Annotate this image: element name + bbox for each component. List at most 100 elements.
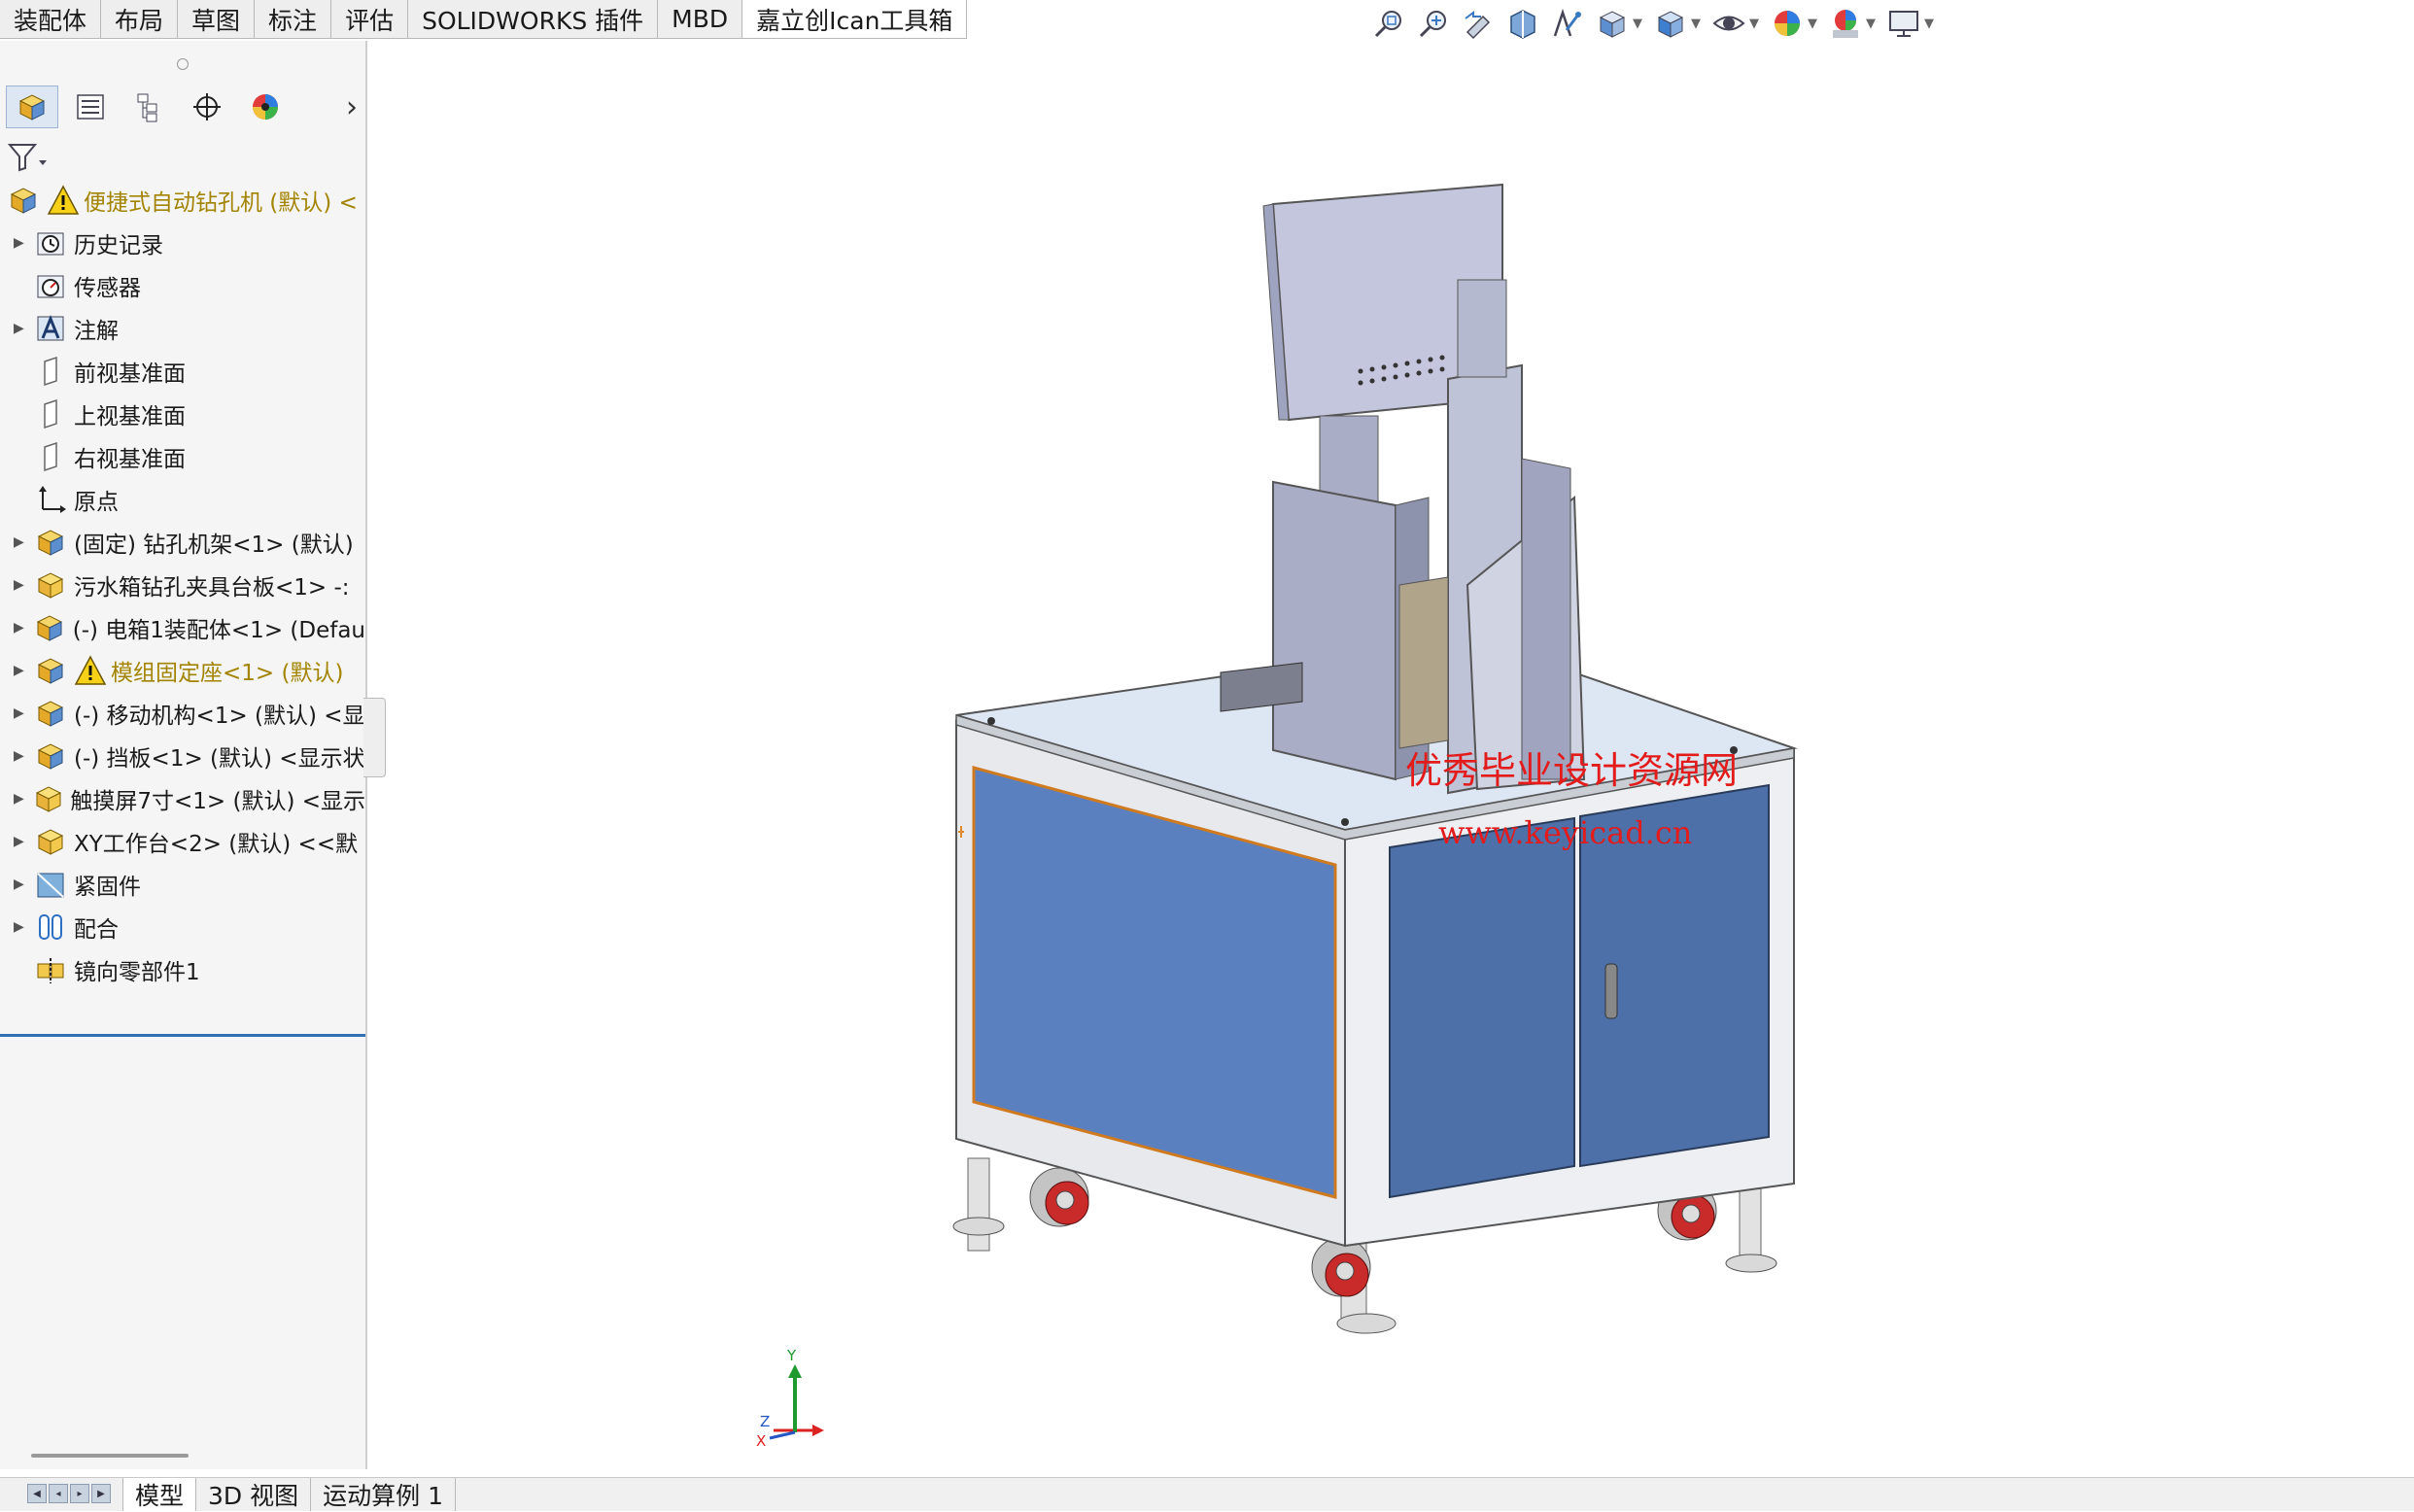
tree-filter[interactable] — [6, 136, 363, 179]
tree-item-label: 右视基准面 — [74, 447, 186, 472]
expand-arrow-icon[interactable]: ▶ — [14, 620, 33, 636]
tree-item-right-plane[interactable]: 右视基准面 — [0, 435, 365, 478]
assembly-icon — [33, 525, 68, 560]
history-icon — [33, 225, 68, 260]
tab-sketch[interactable]: 草图 — [178, 0, 256, 39]
panel-tabs-more-icon[interactable]: › — [346, 90, 358, 124]
tree-item-component[interactable]: ▶ (-) 电箱1装配体<1> (Defau — [0, 606, 365, 649]
expand-arrow-icon[interactable]: ▶ — [14, 748, 33, 764]
rollback-bar[interactable] — [0, 1034, 365, 1037]
annotation-icon — [33, 311, 68, 346]
watermark-title: 优秀毕业设计资源网 — [1405, 749, 1739, 792]
tree-item-fasteners[interactable]: ▶ 紧固件 — [0, 863, 365, 906]
tree-item-label: 触摸屏7寸<1> (默认) <显示 — [70, 789, 365, 814]
tree-item-label: 模组固定座<1> (默认) — [111, 661, 344, 686]
tree-item-mirror-component[interactable]: 镜向零部件1 — [0, 948, 365, 991]
feature-manager-panel: › 便捷式自动钻孔机 (默认) < ▶ 历史记录 传感器 ▶ 注解 前视基准面 … — [0, 41, 367, 1469]
3d-model-drilling-machine[interactable] — [369, 41, 2414, 1477]
tree-item-annotations[interactable]: ▶ 注解 — [0, 307, 365, 350]
zoom-to-area-icon[interactable] — [1415, 6, 1452, 41]
view-orientation-icon[interactable] — [1594, 6, 1631, 41]
display-style-dropdown-icon[interactable]: ▼ — [1691, 17, 1701, 31]
tree-item-component[interactable]: ▶ XY工作台<2> (默认) <<默 — [0, 820, 365, 863]
expand-arrow-icon[interactable]: ▶ — [14, 235, 33, 251]
graphics-area[interactable]: 优秀毕业设计资源网 www.keyicad.cn Y Z X — [369, 41, 2414, 1477]
tab-assembly[interactable]: 装配体 — [0, 0, 102, 39]
assembly-icon — [33, 610, 67, 645]
previous-view-icon[interactable] — [1460, 6, 1497, 41]
expand-arrow-icon[interactable]: ▶ — [14, 534, 33, 550]
tree-item-label: 配合 — [74, 917, 119, 943]
tab-motion-study[interactable]: 运动算例 1 — [311, 1478, 456, 1511]
view-orientation-dropdown-icon[interactable]: ▼ — [1633, 17, 1642, 31]
tree-root-assembly[interactable]: 便捷式自动钻孔机 (默认) < — [0, 179, 365, 222]
part-icon — [33, 824, 68, 859]
expand-arrow-icon[interactable]: ▶ — [14, 577, 33, 593]
part-icon — [33, 567, 68, 602]
assembly-icon — [33, 696, 68, 731]
configuration-manager-tab[interactable] — [122, 86, 175, 128]
tree-item-component[interactable]: ▶ 模组固定座<1> (默认) — [0, 649, 365, 692]
tab-evaluate[interactable]: 评估 — [331, 0, 409, 39]
zoom-to-fit-icon[interactable] — [1370, 6, 1407, 41]
feature-tree: 便捷式自动钻孔机 (默认) < ▶ 历史记录 传感器 ▶ 注解 前视基准面 上视… — [0, 179, 365, 991]
watermark-url: www.keyicad.cn — [1438, 814, 1693, 851]
feature-manager-tab[interactable] — [6, 86, 58, 128]
filter-icon[interactable] — [6, 141, 51, 174]
tree-item-mates[interactable]: ▶ 配合 — [0, 906, 365, 948]
tree-item-component[interactable]: ▶ (-) 挡板<1> (默认) <显示状 — [0, 735, 365, 777]
fastener-folder-icon — [33, 867, 68, 902]
tab-jlc-toolbox[interactable]: 嘉立创Ican工具箱 — [742, 0, 968, 39]
tab-markup[interactable]: 标注 — [255, 0, 332, 39]
view-settings-dropdown-icon[interactable]: ▼ — [1924, 17, 1934, 31]
expand-arrow-icon[interactable]: ▶ — [14, 919, 33, 935]
expand-arrow-icon[interactable]: ▶ — [14, 876, 33, 892]
next-tab-icon[interactable]: ▸ — [70, 1484, 89, 1503]
tree-item-sensors[interactable]: 传感器 — [0, 264, 365, 307]
edit-appearance-icon[interactable] — [1769, 6, 1806, 41]
tab-scroll-buttons: ◀ ◂ ▸ ▶ — [27, 1484, 113, 1503]
prev-tab-icon[interactable]: ◂ — [49, 1484, 68, 1503]
display-manager-tab[interactable] — [239, 86, 292, 128]
section-view-icon[interactable] — [1504, 6, 1541, 41]
apply-scene-icon[interactable] — [1827, 6, 1864, 41]
hide-show-items-icon[interactable] — [1710, 6, 1747, 41]
panel-grip[interactable] — [177, 58, 189, 70]
dynamic-annotation-icon[interactable] — [1549, 6, 1586, 41]
tree-item-front-plane[interactable]: 前视基准面 — [0, 350, 365, 393]
apply-scene-dropdown-icon[interactable]: ▼ — [1866, 17, 1876, 31]
expand-arrow-icon[interactable]: ▶ — [14, 321, 33, 336]
tree-item-origin[interactable]: 原点 — [0, 478, 365, 521]
last-tab-icon[interactable]: ▶ — [91, 1484, 111, 1503]
hide-show-dropdown-icon[interactable]: ▼ — [1749, 17, 1759, 31]
property-manager-tab[interactable] — [64, 86, 117, 128]
tab-mbd[interactable]: MBD — [658, 0, 743, 39]
tab-layout[interactable]: 布局 — [101, 0, 179, 39]
tree-item-label: 原点 — [74, 490, 119, 515]
panel-horizontal-scrollbar[interactable] — [31, 1454, 189, 1458]
tab-model[interactable]: 模型 — [122, 1478, 197, 1511]
tree-item-component[interactable]: ▶ 触摸屏7寸<1> (默认) <显示 — [0, 777, 365, 820]
first-tab-icon[interactable]: ◀ — [27, 1484, 47, 1503]
tree-item-top-plane[interactable]: 上视基准面 — [0, 393, 365, 435]
edit-appearance-dropdown-icon[interactable]: ▼ — [1808, 17, 1817, 31]
view-settings-icon[interactable] — [1885, 6, 1922, 41]
tree-item-label: 污水箱钻孔夹具台板<1> -: — [74, 575, 350, 601]
panel-tabs: › — [6, 85, 365, 129]
expand-arrow-icon[interactable]: ▶ — [14, 834, 33, 849]
drilling-unit — [1220, 183, 1586, 795]
tab-solidworks-addins[interactable]: SOLIDWORKS 插件 — [408, 0, 659, 39]
tree-item-label: (-) 挡板<1> (默认) <显示状 — [74, 746, 365, 772]
tree-item-component[interactable]: ▶ (-) 移动机构<1> (默认) <显 — [0, 692, 365, 735]
tree-item-history[interactable]: ▶ 历史记录 — [0, 222, 365, 264]
tree-item-component[interactable]: ▶ 污水箱钻孔夹具台板<1> -: — [0, 564, 365, 606]
expand-arrow-icon[interactable]: ▶ — [14, 705, 33, 721]
tab-3d-views[interactable]: 3D 视图 — [196, 1478, 312, 1511]
tree-item-label: 前视基准面 — [74, 361, 186, 387]
dimxpert-manager-tab[interactable] — [181, 86, 233, 128]
display-style-icon[interactable] — [1652, 6, 1689, 41]
expand-arrow-icon[interactable]: ▶ — [14, 791, 32, 807]
warning-icon — [74, 655, 107, 686]
tree-item-component[interactable]: ▶ (固定) 钻孔机架<1> (默认) — [0, 521, 365, 564]
expand-arrow-icon[interactable]: ▶ — [14, 663, 33, 678]
